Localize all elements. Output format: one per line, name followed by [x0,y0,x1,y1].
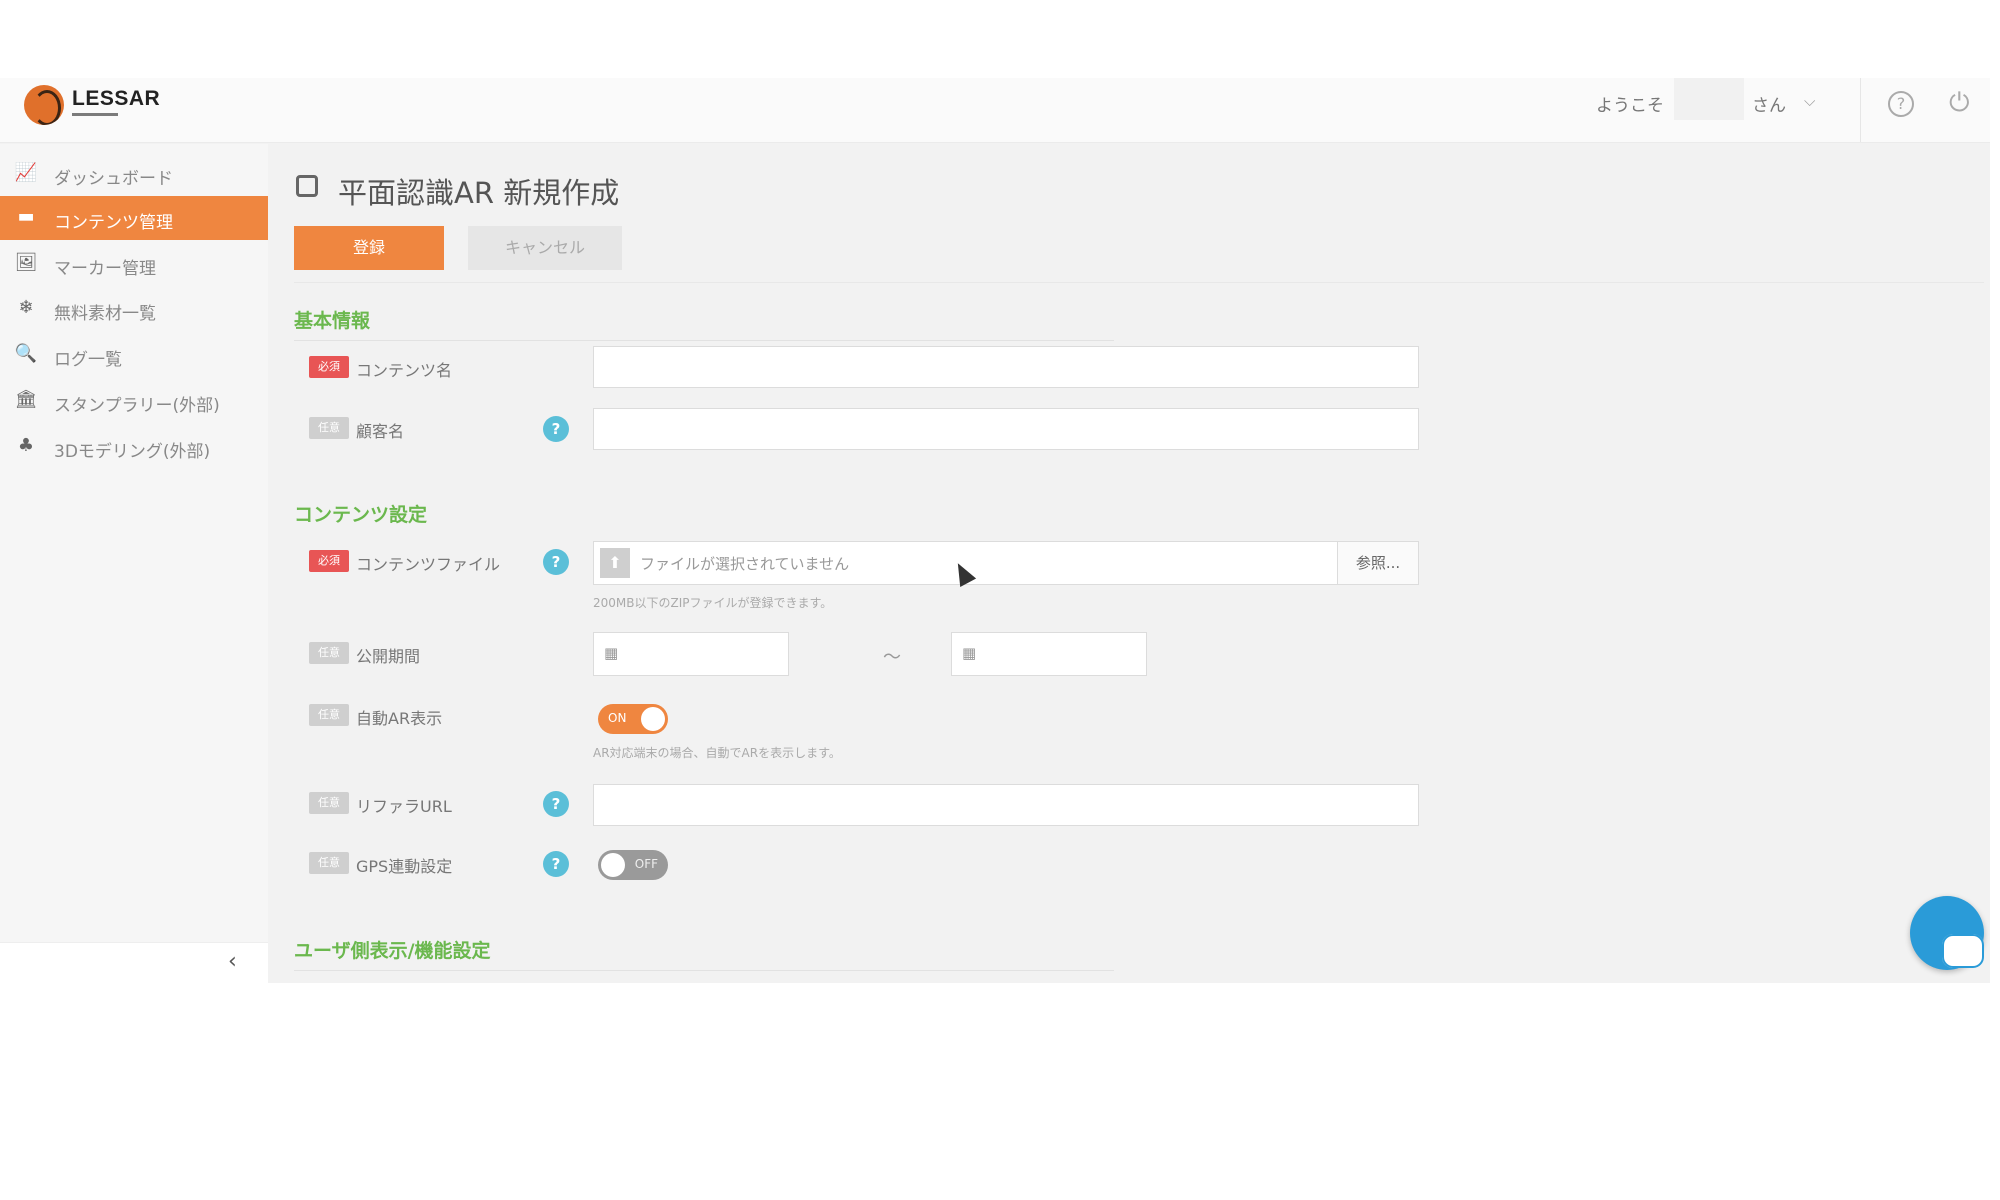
optional-badge: 任意 [309,642,349,664]
content-file-label: コンテンツファイル [356,555,501,574]
register-button[interactable]: 登録 [294,226,444,270]
sidebar-item-stamp-rally[interactable]: 🏛 スタンプラリー(外部) [0,379,268,423]
calendar-icon: ▦ [962,644,977,662]
section-title-content: コンテンツ設定 [294,504,428,526]
logo-text[interactable]: LESSAR [72,87,160,111]
section-title-basic: 基本情報 [294,310,371,332]
stamp-icon: 🏛 [14,389,38,410]
cube-icon [296,175,318,197]
sidebar-item-marker-management[interactable]: 🖼 マーカー管理 [0,242,268,286]
upload-icon: ⬆ [600,548,630,578]
publish-period-label: 公開期間 [356,647,421,666]
optional-badge: 任意 [309,417,349,439]
auto-ar-label: 自動AR表示 [356,709,443,728]
chart-icon: 📈 [14,162,38,183]
toggle-state-text: OFF [634,857,658,871]
divider [294,282,1984,283]
help-icon[interactable]: ? [543,416,569,442]
toggle-knob [641,707,665,731]
page-title: 平面認識AR 新規作成 [338,176,620,210]
gps-label: GPS連動設定 [356,857,453,876]
content-name-input[interactable] [593,346,1419,388]
toggle-knob [601,853,625,877]
gps-toggle[interactable]: OFF [598,850,668,880]
lessar-logo-icon[interactable] [24,85,64,125]
client-name-input[interactable] [593,408,1419,450]
toggle-state-text: ON [608,711,627,725]
help-icon[interactable]: ? [1888,91,1914,117]
referer-url-label: リファラURL [356,797,452,816]
main-content: 平面認識AR 新規作成 登録 キャンセル 基本情報 必須 コンテンツ名 任意 顧… [268,144,1990,983]
image-icon: 🖼 [14,252,38,273]
app-window: LESSAR ようこそ さん ⌵ ? ⏻ 📈 ダッシュボード ▬ コンテンツ管理… [0,78,1990,983]
cancel-button[interactable]: キャンセル [468,226,622,270]
chat-icon [1926,915,1984,968]
sidebar-item-logs[interactable]: 🔍 ログ一覧 [0,333,268,377]
optional-badge: 任意 [309,852,349,874]
required-badge: 必須 [309,550,349,572]
help-icon[interactable]: ? [543,549,569,575]
sidebar-item-dashboard[interactable]: 📈 ダッシュボード [0,152,268,196]
auto-ar-hint: AR対応端末の場合、自動でARを表示します。 [593,746,841,760]
sidebar-item-label: コンテンツ管理 [54,213,173,233]
sidebar-item-label: スタンプラリー(外部) [54,396,220,416]
section-divider [294,340,1114,341]
chat-button[interactable] [1910,896,1984,970]
optional-badge: 任意 [309,792,349,814]
auto-ar-toggle[interactable]: ON [598,704,668,734]
sidebar-collapse-button[interactable]: ‹ [0,942,268,983]
content-name-label: コンテンツ名 [356,361,453,380]
file-hint: 200MB以下のZIPファイルが登録できます。 [593,596,833,610]
user-name-box [1674,78,1744,120]
section-divider [294,970,1114,971]
chevron-left-icon: ‹ [228,949,237,974]
start-date-input[interactable]: ▦ [593,632,789,676]
content-file-picker[interactable]: ⬆ ファイルが選択されていません 参照... [593,541,1419,585]
welcome-text: ようこそ [1596,96,1664,116]
top-bar: LESSAR ようこそ さん ⌵ ? ⏻ [0,78,1990,143]
section-title-user: ユーザ側表示/機能設定 [294,940,491,962]
sidebar-item-label: ログ一覧 [54,350,122,370]
chevron-down-icon[interactable]: ⌵ [1804,92,1815,110]
sidebar: 📈 ダッシュボード ▬ コンテンツ管理 🖼 マーカー管理 ❄ 無料素材一覧 🔍 … [0,144,268,983]
box-icon: ▬ [17,206,35,227]
model-icon: ♣ [17,435,35,456]
logo-subline [72,113,118,116]
optional-badge: 任意 [309,704,349,726]
sidebar-item-3d-modeling[interactable]: ♣ 3Dモデリング(外部) [0,425,268,469]
end-date-input[interactable]: ▦ [951,632,1147,676]
user-suffix: さん [1752,96,1786,116]
header-divider [1860,78,1861,142]
log-search-icon: 🔍 [14,343,38,364]
calendar-icon: ▦ [604,644,619,662]
help-icon[interactable]: ? [543,791,569,817]
client-name-label: 顧客名 [356,422,405,441]
sidebar-item-label: 3Dモデリング(外部) [54,442,211,462]
help-icon[interactable]: ? [543,851,569,877]
sidebar-item-content-management[interactable]: ▬ コンテンツ管理 [0,196,268,240]
date-range-separator: 〜 [883,647,901,668]
sidebar-item-label: マーカー管理 [54,259,156,279]
sidebar-item-label: 無料素材一覧 [54,304,156,324]
referer-url-input[interactable] [593,784,1419,826]
required-badge: 必須 [309,356,349,378]
sidebar-item-free-assets[interactable]: ❄ 無料素材一覧 [0,287,268,331]
snowflake-icon: ❄ [18,297,34,318]
browse-button[interactable]: 参照... [1337,542,1418,584]
file-placeholder: ファイルが選択されていません [640,555,850,573]
power-icon[interactable]: ⏻ [1949,89,1970,117]
sidebar-item-label: ダッシュボード [54,169,173,189]
